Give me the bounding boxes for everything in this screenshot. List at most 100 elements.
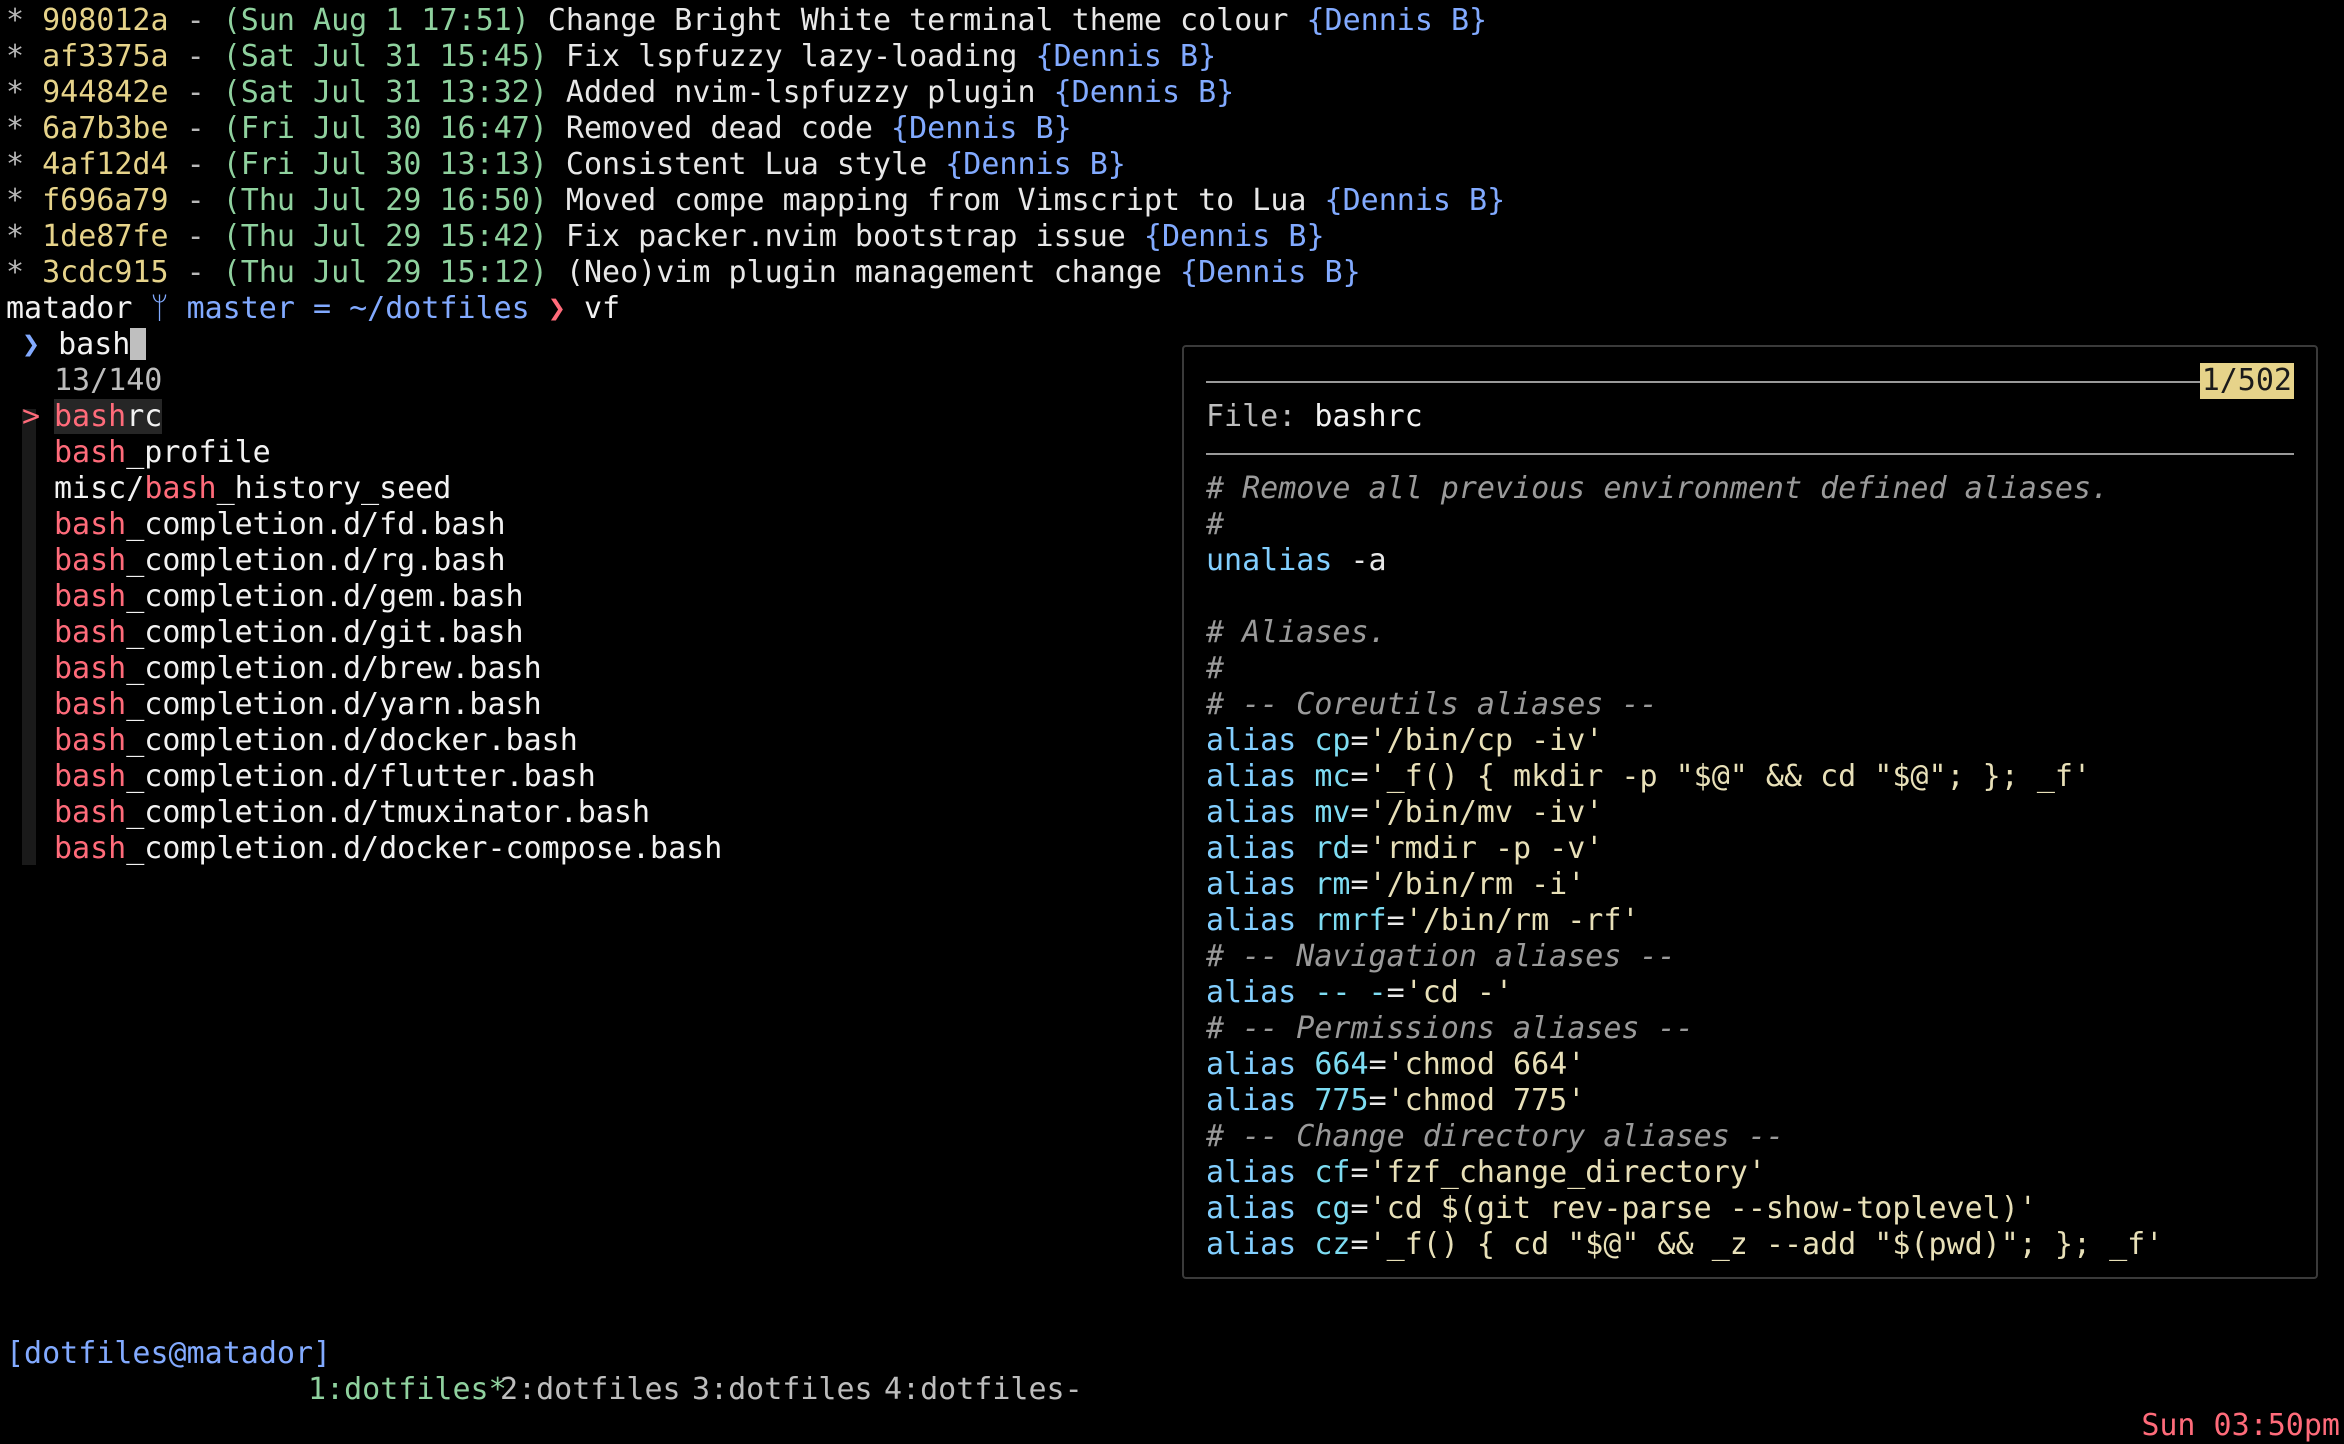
match-highlight: bash: [54, 399, 127, 434]
path-suffix: _profile: [126, 435, 271, 470]
preview-line: alias rd='rmdir -p -v': [1206, 831, 1603, 867]
commit-author: {Dennis B}: [945, 147, 1126, 182]
match-highlight: bash: [54, 759, 127, 794]
file-name: bashrc: [1314, 399, 1423, 434]
commit-hash: af3375a: [42, 39, 169, 74]
preview-line: alias cp='/bin/cp -iv': [1206, 723, 1603, 759]
result-path: bash_profile: [54, 435, 271, 470]
path-suffix: _completion.d/rg.bash: [126, 543, 506, 578]
fzf-result-item[interactable]: bash_completion.d/yarn.bash: [22, 687, 542, 723]
commit-hash: 1de87fe: [42, 219, 169, 254]
assign-op: =: [1350, 867, 1369, 902]
commit-message: (Neo)vim plugin management change: [565, 255, 1162, 290]
commit-message: Fix packer.nvim bootstrap issue: [565, 219, 1126, 254]
fzf-result-item[interactable]: bash_completion.d/rg.bash: [22, 543, 506, 579]
commit-message: Added nvim-lspfuzzy plugin: [565, 75, 1036, 110]
code-comment: #: [1206, 651, 1225, 686]
result-path: bash_completion.d/tmuxinator.bash: [54, 795, 650, 830]
alias-value: '_f() { cd "$@" && _z --add "$(pwd)"; };…: [1368, 1227, 2164, 1262]
shell-prompt: matador ᛘ master = ~/dotfiles ❯ vf: [6, 291, 620, 327]
alias-value: 'chmod 775': [1386, 1083, 1586, 1118]
commit-author: {Dennis B}: [1324, 183, 1506, 218]
prompt-command: vf: [583, 291, 621, 326]
preview-line: alias 775='chmod 775': [1206, 1083, 1585, 1119]
graph-marker: *: [6, 3, 25, 38]
fzf-result-item[interactable]: bash_completion.d/git.bash: [22, 615, 524, 651]
commit-hash: 3cdc915: [42, 255, 169, 290]
fzf-result-item[interactable]: bash_completion.d/tmuxinator.bash: [22, 795, 650, 831]
selection-pointer-icon: >: [22, 399, 41, 434]
code-comment: # -- Permissions aliases --: [1206, 1011, 1694, 1046]
git-log-entry: * 4af12d4 - (Fri Jul 30 13:13) Consisten…: [6, 147, 1126, 183]
path-suffix: rc: [126, 399, 163, 434]
tmux-window-tab[interactable]: 1:dotfiles*: [308, 1372, 507, 1408]
commit-date: (Sat Jul 31 15:45): [222, 39, 548, 74]
commit-hash: 944842e: [42, 75, 169, 110]
alias-value: 'chmod 664': [1386, 1047, 1586, 1082]
separator: -: [168, 255, 223, 290]
graph-marker: *: [6, 111, 25, 146]
preview-line: alias cg='cd $(git rev-parse --show-topl…: [1206, 1191, 2037, 1227]
preview-window[interactable]: 1/502 File: bashrc # Remove all previous…: [1182, 345, 2318, 1279]
code-comment: # Aliases.: [1206, 615, 1387, 650]
alias-value: '/bin/cp -iv': [1368, 723, 1604, 758]
commit-hash: f696a79: [42, 183, 169, 218]
commit-hash: 4af12d4: [42, 147, 169, 182]
preview-line: alias rm='/bin/rm -i': [1206, 867, 1585, 903]
path-suffix: _completion.d/flutter.bash: [126, 759, 596, 794]
commit-author: {Dennis B}: [1035, 39, 1217, 74]
fzf-search-input[interactable]: bash: [58, 327, 130, 362]
fzf-result-item[interactable]: bash_profile: [22, 435, 271, 471]
fzf-result-item[interactable]: > bashrc: [22, 399, 163, 435]
match-highlight: bash: [54, 687, 127, 722]
tmux-window-tab[interactable]: 4:dotfiles-: [884, 1372, 1083, 1408]
code-keyword: alias: [1206, 1227, 1297, 1262]
alias-name: cz: [1314, 1227, 1351, 1262]
separator: -: [168, 75, 223, 110]
fzf-result-item[interactable]: bash_completion.d/gem.bash: [22, 579, 524, 615]
path-suffix: _completion.d/docker-compose.bash: [126, 831, 723, 866]
commit-date: (Thu Jul 29 15:42): [222, 219, 548, 254]
match-highlight: bash: [54, 723, 127, 758]
result-path: misc/bash_history_seed: [54, 471, 451, 506]
graph-marker: *: [6, 75, 25, 110]
result-path: bash_completion.d/docker-compose.bash: [54, 831, 722, 866]
match-highlight: bash: [54, 831, 127, 866]
fzf-prompt-icon: ❯: [22, 327, 41, 362]
preview-top-rule: [1206, 381, 2212, 383]
code-keyword: alias: [1206, 831, 1297, 866]
assign-op: =: [1350, 1155, 1369, 1190]
alias-value: '/bin/mv -iv': [1368, 795, 1604, 830]
match-highlight: bash: [54, 651, 127, 686]
match-highlight: bash: [54, 579, 127, 614]
result-path: bashrc: [54, 399, 163, 434]
code-comment: # Remove all previous environment define…: [1206, 471, 2110, 506]
commit-message: Moved compe mapping from Vimscript to Lu…: [565, 183, 1307, 218]
fzf-result-item[interactable]: bash_completion.d/docker.bash: [22, 723, 578, 759]
tmux-session[interactable]: [dotfiles@matador]: [6, 1336, 331, 1372]
alias-value: 'cd $(git rev-parse --show-toplevel)': [1368, 1191, 2037, 1226]
tmux-window-tab[interactable]: 3:dotfiles: [692, 1372, 873, 1408]
commit-message: Fix lspfuzzy lazy-loading: [565, 39, 1018, 74]
match-highlight: bash: [54, 435, 127, 470]
code-comment: # -- Change directory aliases --: [1206, 1119, 1784, 1154]
commit-date: (Thu Jul 29 16:50): [222, 183, 548, 218]
preview-line: #: [1206, 651, 1224, 687]
fzf-result-item[interactable]: bash_completion.d/brew.bash: [22, 651, 542, 687]
preview-line: unalias -a: [1206, 543, 1387, 579]
graph-marker: *: [6, 255, 25, 290]
alias-name: rmrf: [1314, 903, 1387, 938]
tmux-window-tab[interactable]: 2:dotfiles: [500, 1372, 681, 1408]
result-path: bash_completion.d/fd.bash: [54, 507, 506, 542]
preview-line: alias rmrf='/bin/rm -rf': [1206, 903, 1640, 939]
fzf-query-line[interactable]: ❯ bash: [22, 327, 147, 363]
fzf-result-item[interactable]: misc/bash_history_seed: [22, 471, 451, 507]
git-log-entry: * af3375a - (Sat Jul 31 15:45) Fix lspfu…: [6, 39, 1216, 75]
graph-marker: *: [6, 147, 25, 182]
preview-line: alias cf='fzf_change_directory': [1206, 1155, 1766, 1191]
fzf-result-item[interactable]: bash_completion.d/flutter.bash: [22, 759, 596, 795]
commit-hash: 6a7b3be: [42, 111, 169, 146]
fzf-result-item[interactable]: bash_completion.d/fd.bash: [22, 507, 506, 543]
commit-message: Change Bright White terminal theme colou…: [547, 3, 1289, 38]
fzf-result-item[interactable]: bash_completion.d/docker-compose.bash: [22, 831, 722, 867]
